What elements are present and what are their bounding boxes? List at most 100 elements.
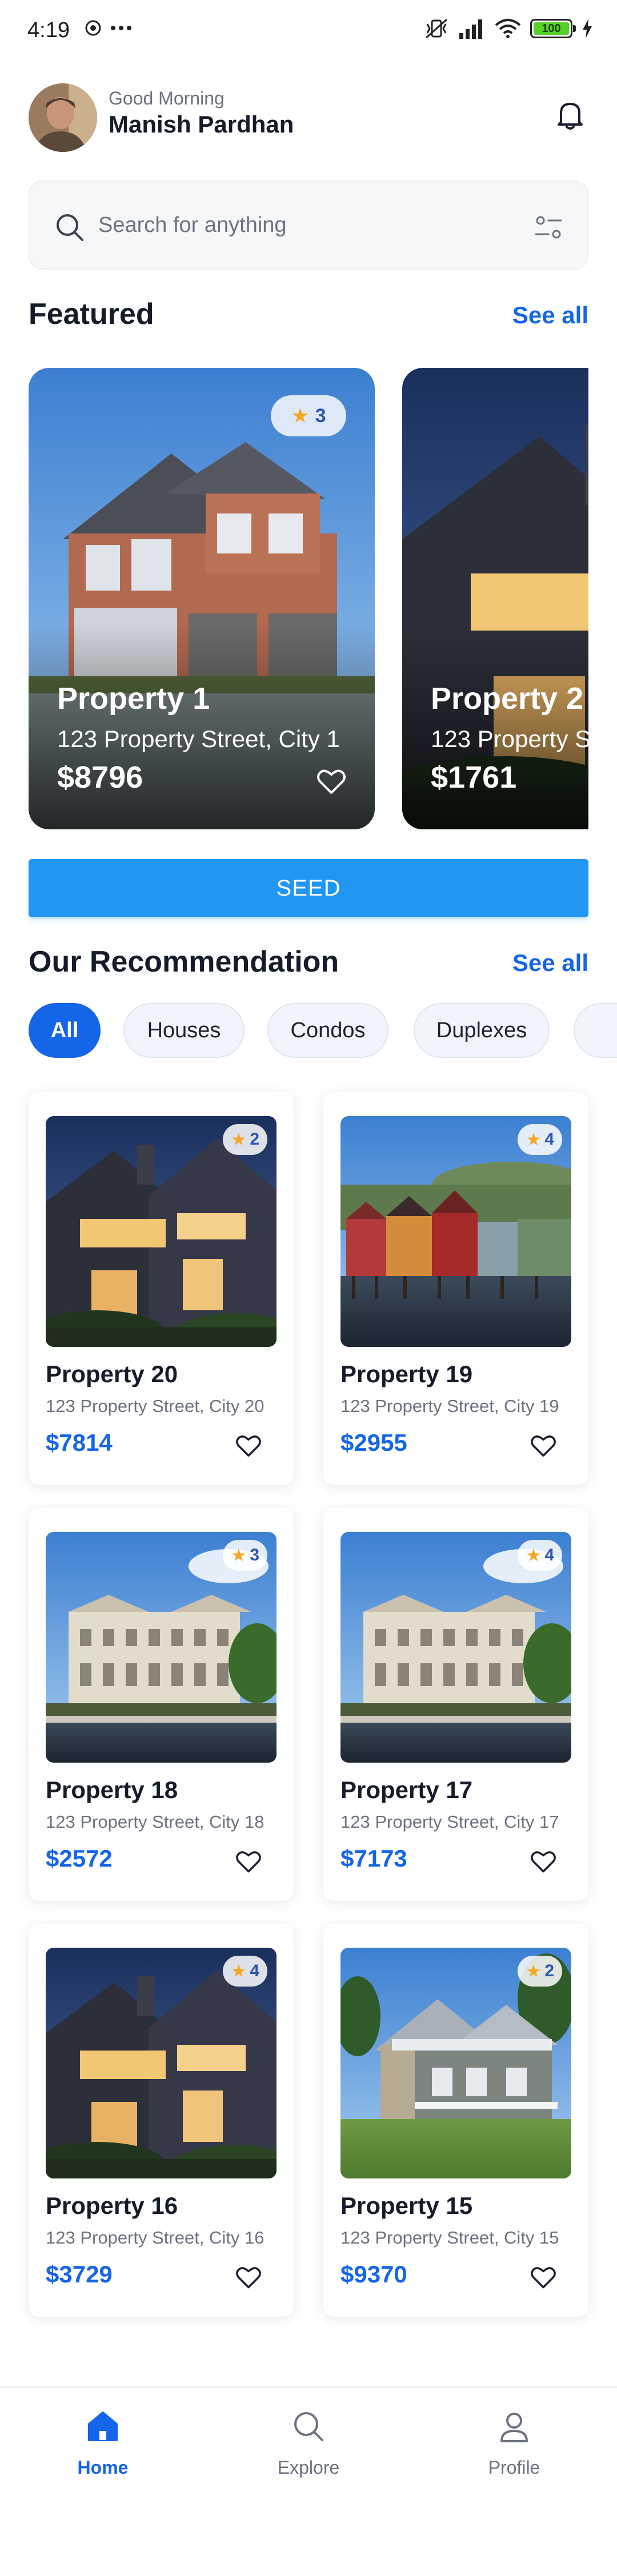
featured-card[interactable]: Property 2 123 Property Street, City 2 $… bbox=[402, 368, 588, 829]
property-card[interactable]: ★ 2 Property 15 123 Property Street, City… bbox=[323, 1924, 588, 2317]
property-card[interactable]: ★ 3 Property 18 123 Property Street, City… bbox=[29, 1508, 294, 1901]
property-card[interactable]: ★ 4 Property 17 123 Property Street, City… bbox=[323, 1508, 588, 1901]
property-name: Property 15 bbox=[340, 2192, 473, 2219]
nav-explore[interactable]: Explore bbox=[234, 2409, 383, 2483]
heart-icon[interactable] bbox=[235, 2265, 262, 2289]
property-price: $9370 bbox=[340, 2261, 407, 2288]
property-address: 123 Property Street, City 16 bbox=[46, 2228, 265, 2248]
featured-see-all-link[interactable]: See all bbox=[512, 302, 588, 329]
avatar-image bbox=[29, 83, 97, 152]
property-address: 123 Property Street, City 2 bbox=[431, 725, 588, 752]
property-name: Property 1 bbox=[57, 681, 210, 716]
nav-profile-label: Profile bbox=[488, 2457, 540, 2478]
property-price: $7173 bbox=[340, 1845, 407, 1872]
filter-chip-all[interactable]: All bbox=[29, 1003, 101, 1058]
rating-badge: ★ 4 bbox=[518, 1540, 562, 1571]
status-time: 4:19 bbox=[27, 18, 70, 42]
sync-icon bbox=[85, 20, 101, 36]
star-icon: ★ bbox=[526, 1961, 542, 1981]
property-image: ★ 4 bbox=[46, 1948, 277, 2178]
property-address: 123 Property Street, City 1 bbox=[57, 725, 340, 752]
property-image: ★ 2 bbox=[340, 1948, 571, 2178]
rating-badge: ★ 3 bbox=[271, 395, 346, 436]
greeting-text: Good Morning bbox=[109, 88, 225, 109]
property-name: Property 18 bbox=[46, 1776, 178, 1803]
status-bar: 4:19 100 bbox=[0, 0, 617, 57]
property-address: 123 Property Street, City 15 bbox=[340, 2228, 559, 2248]
property-price: $1761 bbox=[431, 760, 517, 795]
property-address: 123 Property Street, City 17 bbox=[340, 1812, 559, 1832]
property-price: $2572 bbox=[46, 1845, 113, 1872]
recommendation-see-all-link[interactable]: See all bbox=[512, 949, 588, 977]
featured-card[interactable]: ★ 3 Property 1 123 Property Street, City… bbox=[29, 368, 375, 829]
heart-icon[interactable] bbox=[530, 1434, 556, 1458]
property-name: Property 19 bbox=[340, 1361, 473, 1387]
heart-icon[interactable] bbox=[530, 2265, 556, 2289]
featured-title: Featured bbox=[29, 298, 154, 331]
property-card[interactable]: ★ 4 Property 19 123 Property Street, City… bbox=[323, 1092, 588, 1485]
rating-badge: ★ 4 bbox=[518, 1124, 562, 1155]
user-icon bbox=[500, 2413, 528, 2442]
featured-carousel[interactable]: ★ 3 Property 1 123 Property Street, City… bbox=[29, 368, 588, 829]
heart-icon[interactable] bbox=[530, 1849, 556, 1873]
filter-chips: All Houses Condos Duplexes bbox=[29, 1001, 617, 1058]
property-card[interactable]: ★ 2 Property 20 123 Property Street, City… bbox=[29, 1092, 294, 1485]
notification-bell-icon[interactable] bbox=[552, 97, 588, 134]
property-address: 123 Property Street, City 18 bbox=[46, 1812, 265, 1832]
vibrate-icon bbox=[426, 18, 447, 39]
charging-icon bbox=[583, 19, 592, 38]
property-image: ★ 3 bbox=[46, 1532, 277, 1763]
property-price: $2955 bbox=[340, 1429, 407, 1456]
rating-badge: ★ 4 bbox=[223, 1956, 267, 1987]
star-icon: ★ bbox=[526, 1130, 542, 1149]
star-icon: ★ bbox=[231, 1961, 247, 1981]
search-icon bbox=[294, 2412, 323, 2441]
home-icon bbox=[88, 2412, 118, 2441]
property-price: $7814 bbox=[46, 1429, 113, 1456]
rating-badge: ★ 2 bbox=[518, 1956, 562, 1987]
filter-chip-houses[interactable]: Houses bbox=[123, 1003, 245, 1058]
search-input[interactable] bbox=[98, 208, 498, 242]
heart-icon[interactable] bbox=[316, 768, 346, 795]
battery-indicator: 100 bbox=[530, 19, 576, 38]
wifi-icon bbox=[495, 19, 521, 38]
nav-home-label: Home bbox=[77, 2457, 129, 2478]
star-icon: ★ bbox=[231, 1130, 247, 1149]
property-image: ★ 4 bbox=[340, 1532, 571, 1763]
star-icon: ★ bbox=[231, 1546, 247, 1565]
filter-chip-condos[interactable]: Condos bbox=[267, 1003, 388, 1058]
search-icon bbox=[57, 214, 83, 241]
property-name: Property 2 bbox=[431, 681, 584, 716]
bottom-navigation: Home Explore Profile bbox=[0, 2386, 617, 2576]
header: Good Morning Manish Pardhan bbox=[29, 80, 588, 154]
property-name: Property 16 bbox=[46, 2192, 178, 2219]
property-name: Property 20 bbox=[46, 1361, 178, 1387]
heart-icon[interactable] bbox=[235, 1434, 262, 1458]
property-card[interactable]: ★ 4 Property 16 123 Property Street, City… bbox=[29, 1924, 294, 2317]
star-icon: ★ bbox=[291, 404, 310, 427]
heart-icon[interactable] bbox=[235, 1849, 262, 1873]
property-price: $3729 bbox=[46, 2261, 113, 2288]
filter-chip-duplexes[interactable]: Duplexes bbox=[414, 1003, 550, 1058]
property-image: ★ 4 bbox=[340, 1116, 571, 1347]
property-image: ★ 2 bbox=[46, 1116, 277, 1347]
property-address: 123 Property Street, City 19 bbox=[340, 1396, 559, 1416]
nav-explore-label: Explore bbox=[277, 2457, 340, 2478]
rating-badge: ★ 2 bbox=[223, 1124, 267, 1155]
nav-profile[interactable]: Profile bbox=[440, 2409, 588, 2483]
search-bar[interactable] bbox=[29, 180, 588, 270]
filter-chip-more[interactable] bbox=[574, 1003, 617, 1058]
user-name: Manish Pardhan bbox=[109, 111, 294, 138]
more-icon bbox=[111, 26, 131, 30]
nav-home[interactable]: Home bbox=[29, 2409, 177, 2483]
signal-icon bbox=[459, 19, 482, 39]
avatar[interactable] bbox=[29, 83, 97, 152]
property-address: 123 Property Street, City 20 bbox=[46, 1396, 265, 1416]
property-price: $8796 bbox=[57, 760, 143, 795]
seed-button[interactable]: SEED bbox=[29, 859, 588, 917]
filter-icon[interactable] bbox=[534, 212, 563, 242]
rating-badge: ★ 3 bbox=[223, 1540, 267, 1571]
property-name: Property 17 bbox=[340, 1776, 473, 1803]
recommendation-title: Our Recommendation bbox=[29, 945, 339, 978]
star-icon: ★ bbox=[526, 1546, 542, 1565]
